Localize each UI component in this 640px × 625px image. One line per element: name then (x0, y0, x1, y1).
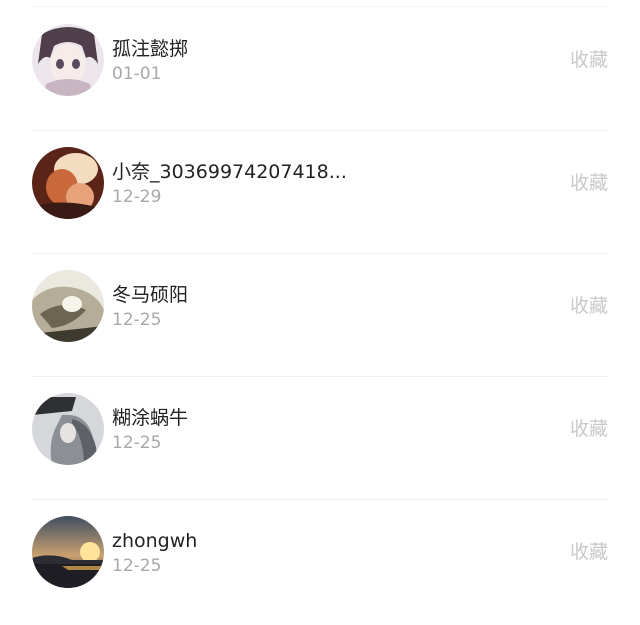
user-name: 小奈_30369974207418... (112, 161, 347, 183)
favorite-button[interactable]: 收藏 (570, 541, 608, 563)
post-date: 12-29 (112, 187, 162, 207)
avatar[interactable] (32, 147, 104, 219)
list-item[interactable]: 小奈_30369974207418... 12-29 收藏 (0, 123, 640, 254)
list-item[interactable]: 孤注懿掷 01-01 收藏 (0, 0, 640, 131)
list-item[interactable]: 冬马硕阳 12-25 收藏 (0, 246, 640, 377)
user-list: 孤注懿掷 01-01 收藏 小奈_30369974207418... 12-29… (0, 0, 640, 625)
favorite-button[interactable]: 收藏 (570, 172, 608, 194)
list-item[interactable]: zhongwh 12-25 收藏 (0, 492, 640, 614)
avatar[interactable] (32, 24, 104, 96)
avatar[interactable] (32, 516, 104, 588)
avatar[interactable] (32, 270, 104, 342)
post-date: 12-25 (112, 556, 162, 576)
favorite-button[interactable]: 收藏 (570, 295, 608, 317)
favorite-button[interactable]: 收藏 (570, 418, 608, 440)
list-item[interactable]: 糊涂蜗牛 12-25 收藏 (0, 369, 640, 500)
favorite-button[interactable]: 收藏 (570, 49, 608, 71)
avatar[interactable] (32, 393, 104, 465)
post-date: 12-25 (112, 310, 162, 330)
post-date: 12-25 (112, 433, 162, 453)
user-name: 糊涂蜗牛 (112, 407, 189, 429)
user-name: zhongwh (112, 530, 198, 552)
post-date: 01-01 (112, 64, 162, 84)
user-name: 冬马硕阳 (112, 284, 189, 306)
user-name: 孤注懿掷 (112, 38, 189, 60)
